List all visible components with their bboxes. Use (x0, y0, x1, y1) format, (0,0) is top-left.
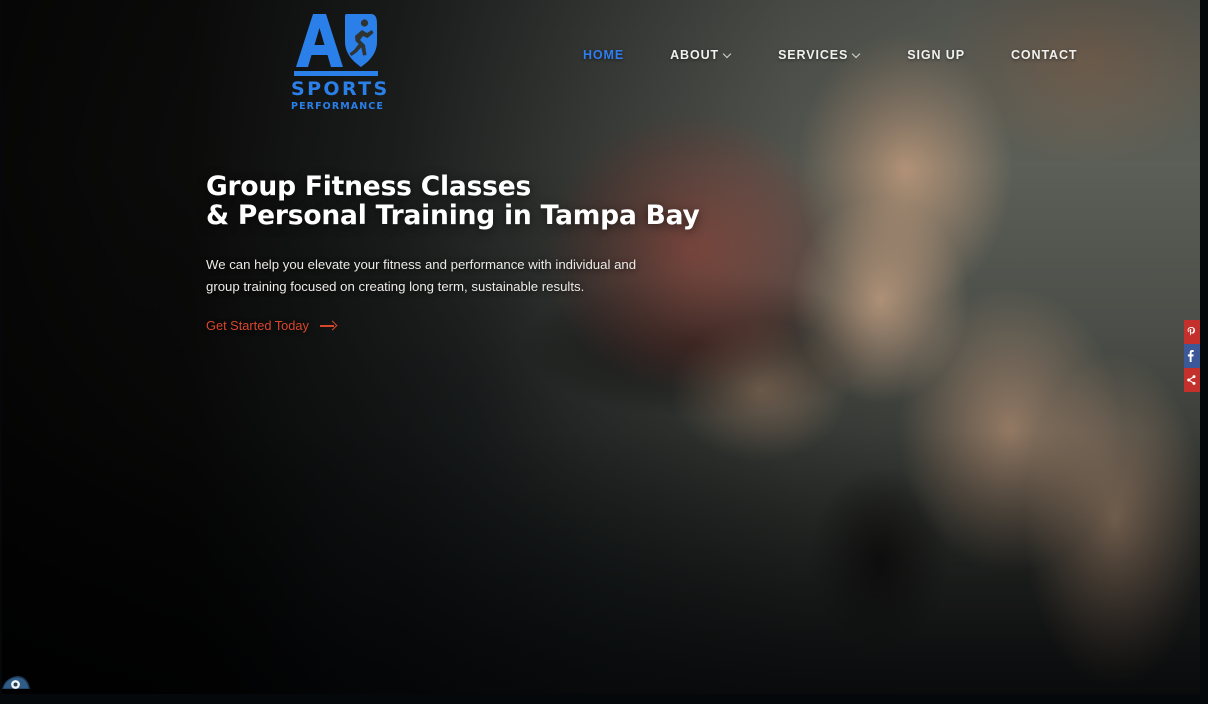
hero-title: Group Fitness Classes & Personal Trainin… (206, 172, 766, 230)
frame-edge-right (1200, 0, 1208, 704)
logo-mark-icon (291, 12, 381, 68)
arrow-right-icon (319, 321, 337, 331)
site-header: SPORTS PERFORMANCE HOME ABOUT SERVICES S… (0, 0, 1200, 112)
social-button-share[interactable] (1184, 368, 1200, 392)
logo-performance-text: PERFORMANCE (291, 101, 384, 112)
page-viewport: SPORTS PERFORMANCE HOME ABOUT SERVICES S… (0, 0, 1200, 694)
nav-item-home-label: HOME (583, 48, 625, 62)
nav-item-contact-label: CONTACT (1010, 48, 1078, 62)
nav-item-sign-up[interactable]: SIGN UP (884, 48, 988, 62)
social-share-rail (1184, 320, 1200, 392)
nav-item-about-label: ABOUT (670, 48, 720, 62)
hero-subtitle: We can help you elevate your fitness and… (206, 257, 637, 294)
logo-sports-text: SPORTS (291, 78, 390, 100)
logo-divider (294, 71, 378, 76)
pinterest-icon (1187, 326, 1195, 336)
hero-title-line2: & Personal Training in Tampa Bay (206, 200, 700, 231)
chevron-down-icon (853, 50, 861, 58)
frame-edge-left (0, 0, 2, 704)
nav-item-about[interactable]: ABOUT (647, 48, 755, 62)
chevron-down-icon (724, 50, 732, 58)
facebook-icon (1187, 350, 1194, 362)
frame-edge-bottom (0, 694, 1208, 704)
nav-item-sign-up-label: SIGN UP (907, 48, 965, 62)
social-button-pinterest[interactable] (1184, 320, 1200, 344)
site-logo[interactable]: SPORTS PERFORMANCE (291, 12, 390, 112)
share-icon (1187, 375, 1196, 385)
get-started-link[interactable]: Get Started Today (206, 318, 337, 333)
social-button-facebook[interactable] (1184, 344, 1200, 368)
nav-item-home[interactable]: HOME (560, 48, 647, 62)
nav-item-services[interactable]: SERVICES (755, 48, 884, 62)
get-started-label: Get Started Today (206, 318, 309, 333)
main-navigation: HOME ABOUT SERVICES SIGN UP CONTACT (560, 48, 1100, 62)
hero-title-line1: Group Fitness Classes (206, 171, 532, 202)
hero-content: Group Fitness Classes & Personal Trainin… (206, 172, 766, 335)
browser-frame: SPORTS PERFORMANCE HOME ABOUT SERVICES S… (0, 0, 1208, 704)
nav-item-services-label: SERVICES (778, 48, 849, 62)
accessibility-widget-button[interactable] (2, 670, 30, 690)
accessibility-eye-icon (2, 676, 30, 689)
nav-item-contact[interactable]: CONTACT (988, 48, 1100, 62)
